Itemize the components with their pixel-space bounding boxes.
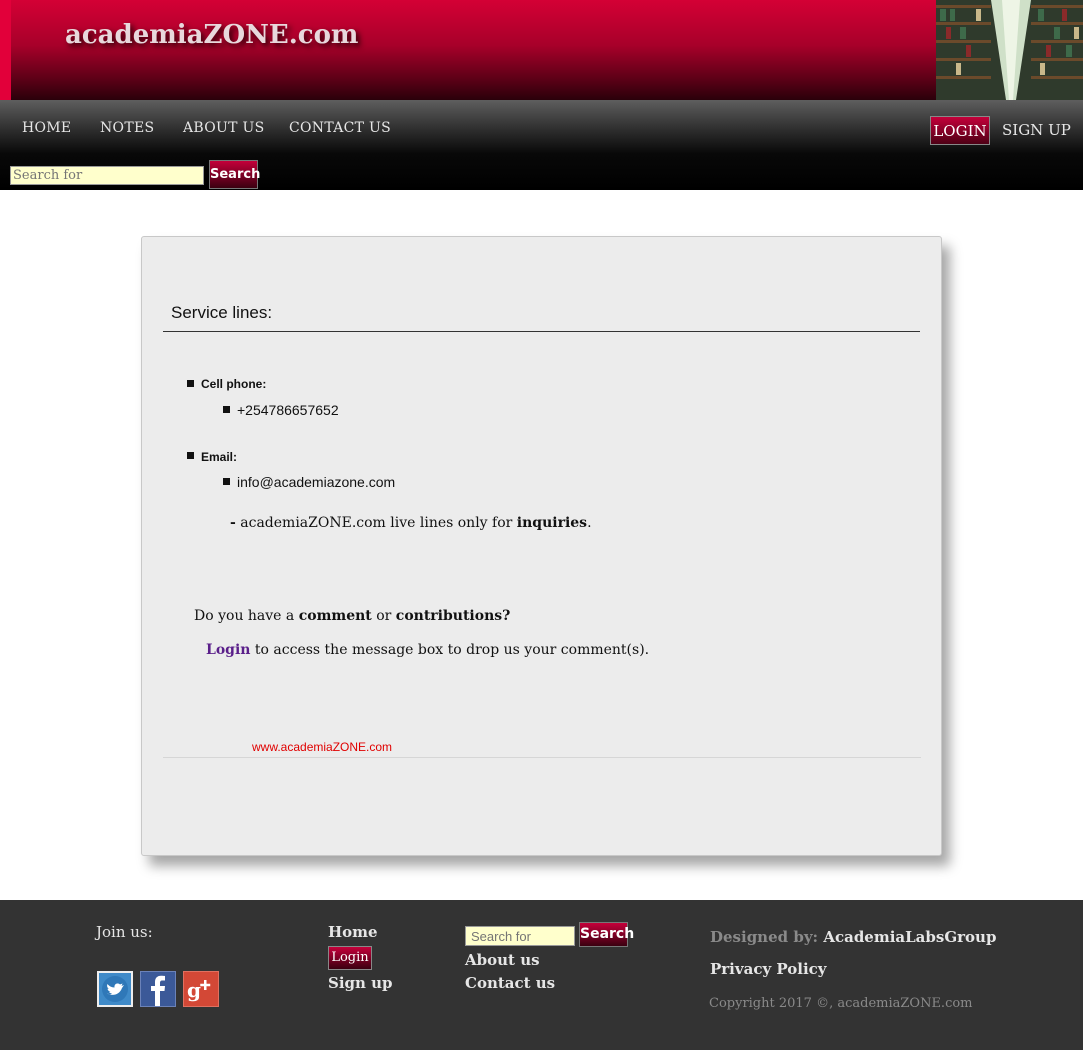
footer-contact-link[interactable]: Contact us [465,974,555,992]
copyright-text: Copyright 2017 ©, academiaZONE.com [709,996,973,1011]
library-banner-image [936,0,1083,100]
bullet-square-icon [187,380,194,387]
heading-divider [163,331,920,332]
header-edge [0,0,11,100]
question-contributions: contributions? [395,608,511,624]
nav-notes[interactable]: NOTES [100,120,154,136]
note-dash: - [230,515,236,531]
inquiries-note: - academiaZONE.com live lines only for i… [230,515,592,531]
question-or: or [376,608,392,624]
question-pre: Do you have a [194,608,295,624]
twitter-bird-icon [102,976,128,1002]
designer-name[interactable]: AcademiaLabsGroup [823,928,996,946]
site-header: academiaZONE.com [0,0,1083,100]
footer-home-link[interactable]: Home [328,923,378,941]
email-label: Email: [201,450,238,464]
bullet-square-icon [223,478,230,485]
comment-question: Do you have a comment or contributions? [194,608,510,624]
search-input[interactable] [10,166,204,185]
content-login-link[interactable]: Login [206,642,250,658]
email-value: info@academiazone.com [237,474,396,490]
footer-login-button[interactable]: Login [328,946,372,970]
footer-search-input[interactable] [465,926,575,946]
site-title[interactable]: academiaZONE.com [65,20,358,50]
google-plus-g-icon: g [187,978,211,1002]
footer-divider [163,757,921,758]
google-plus-icon[interactable]: g [183,971,219,1007]
svg-text:g: g [187,978,201,1002]
nav-about-us[interactable]: ABOUT US [183,120,265,136]
nav-home[interactable]: HOME [22,120,71,136]
cell-phone-value: +254786657652 [237,402,339,418]
facebook-f-icon [151,975,165,1006]
designed-by-label: Designed by: [710,928,819,946]
login-prompt: Login to access the message box to drop … [206,642,649,658]
question-comment: comment [298,608,372,624]
cell-phone-label: Cell phone: [201,377,267,391]
service-lines-card [141,236,942,856]
twitter-icon[interactable] [97,971,133,1007]
footer-about-link[interactable]: About us [465,951,540,969]
signup-link[interactable]: SIGN UP [1002,121,1071,139]
login-button[interactable]: LOGIN [930,116,990,145]
bullet-square-icon [223,406,230,413]
nav-contact-us[interactable]: CONTACT US [289,120,391,136]
bullet-square-icon [187,452,194,459]
login-prompt-text: to access the message box to drop us you… [254,642,650,658]
note-end: . [587,515,592,531]
privacy-policy-link[interactable]: Privacy Policy [710,960,827,978]
facebook-icon[interactable] [140,971,176,1007]
note-text: academiaZONE.com live lines only for [240,515,513,531]
site-url[interactable]: www.academiaZONE.com [252,740,392,754]
note-bold: inquiries [516,515,588,531]
join-us-label: Join us: [96,923,153,941]
footer-signup-link[interactable]: Sign up [328,974,393,992]
page-title: Service lines: [171,303,273,322]
search-button[interactable]: Search [209,160,260,189]
footer-search-button[interactable]: Search [579,922,634,947]
designed-by: Designed by: AcademiaLabsGroup [710,928,996,946]
library-shelves-image [936,0,1083,100]
